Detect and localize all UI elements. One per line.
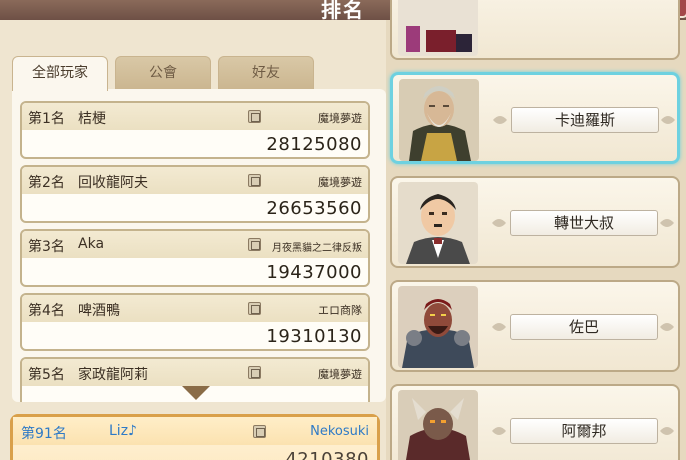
my-ranking-row[interactable]: 第91名 Liz♪ Nekosuki 4210380: [10, 414, 380, 460]
character-portrait: [398, 390, 478, 460]
character-portrait: [398, 286, 478, 368]
character-name: 佐巴: [510, 314, 658, 340]
player-score: 26653560: [266, 198, 362, 219]
ranking-panel: 全部玩家 公會 好友 第1名 桔梗 魔境夢遊 28125080 第2名 回收龍阿…: [0, 20, 386, 460]
ornament-icon: [492, 323, 506, 331]
character-portrait: [399, 79, 479, 161]
ornament-icon: [660, 323, 674, 331]
player-name: 回收龍阿夫: [78, 175, 148, 191]
my-guild-name: Nekosuki: [310, 424, 369, 439]
my-player-score: 4210380: [285, 449, 369, 460]
ranking-row[interactable]: 第4名 啤酒鴨 エロ商隊 19310130: [20, 293, 370, 351]
tab-friends[interactable]: 好友: [218, 56, 314, 89]
guild-name: 魔境夢遊: [318, 368, 362, 381]
character-name: 轉世大叔: [510, 210, 658, 236]
rank-number: 第2名: [28, 175, 65, 191]
guild-name: エロ商隊: [318, 304, 362, 317]
player-name: 啤酒鴨: [78, 303, 120, 319]
ranking-row[interactable]: 第2名 回收龍阿夫 魔境夢遊 26653560: [20, 165, 370, 223]
tab-all-players[interactable]: 全部玩家: [12, 56, 108, 91]
rank-number: 第1名: [28, 111, 65, 127]
player-score: 28125080: [266, 134, 362, 155]
character-card[interactable]: 轉世大叔: [390, 176, 680, 268]
tab-guild[interactable]: 公會: [115, 56, 211, 89]
rank-number: 第5名: [28, 367, 65, 383]
ranking-row[interactable]: 第3名 Aka 月夜黑貓之二律反叛 19437000: [20, 229, 370, 287]
character-card[interactable]: [390, 0, 680, 60]
guild-name: 魔境夢遊: [318, 112, 362, 125]
guild-icon: [248, 366, 261, 379]
ranking-row[interactable]: 第1名 桔梗 魔境夢遊 28125080: [20, 101, 370, 159]
guild-icon: [248, 302, 261, 315]
guild-icon: [248, 110, 261, 123]
guild-icon: [248, 174, 261, 187]
character-name: 卡迪羅斯: [511, 107, 659, 133]
character-portrait: [398, 182, 478, 264]
guild-name: 月夜黑貓之二律反叛: [272, 243, 362, 254]
player-name: Aka: [78, 236, 105, 252]
player-name: 桔梗: [78, 111, 106, 127]
ornament-icon: [661, 116, 675, 124]
ornament-icon: [660, 219, 674, 227]
character-list[interactable]: 卡迪羅斯 轉世大叔 佐巴 阿爾邦: [386, 0, 686, 460]
player-score: 19310130: [266, 326, 362, 347]
player-name: 家政龍阿莉: [78, 367, 148, 383]
ornament-icon: [492, 427, 506, 435]
player-score: 19437000: [266, 262, 362, 283]
character-card-selected[interactable]: 卡迪羅斯: [390, 72, 680, 164]
guild-icon: [248, 238, 261, 251]
my-player-name: Liz♪: [109, 423, 137, 439]
ornament-icon: [492, 219, 506, 227]
guild-icon: [253, 425, 266, 438]
ornament-icon: [493, 116, 507, 124]
rank-number: 第3名: [28, 239, 65, 255]
character-portrait: [398, 0, 478, 56]
scroll-down-arrow-icon[interactable]: [182, 386, 210, 400]
rank-number: 第4名: [28, 303, 65, 319]
guild-name: 魔境夢遊: [318, 176, 362, 189]
ranking-list[interactable]: 第1名 桔梗 魔境夢遊 28125080 第2名 回收龍阿夫 魔境夢遊 2665…: [12, 89, 386, 402]
character-name: 阿爾邦: [510, 418, 658, 444]
character-card[interactable]: 阿爾邦: [390, 384, 680, 460]
character-card[interactable]: 佐巴: [390, 280, 680, 372]
my-rank-number: 第91名: [21, 426, 67, 442]
ornament-icon: [660, 427, 674, 435]
